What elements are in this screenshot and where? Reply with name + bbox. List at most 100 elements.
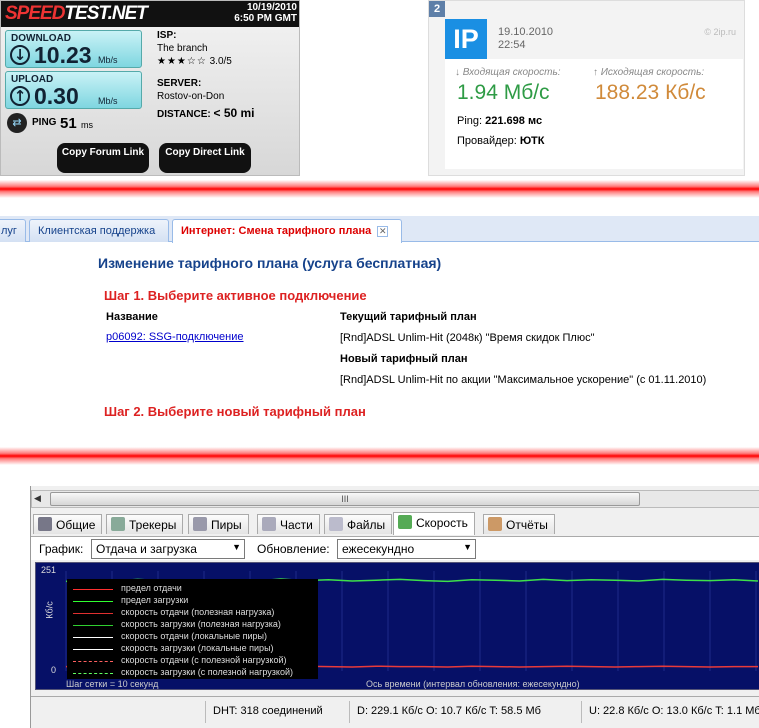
- legend-item: скорость загрузки (с полезной нагрузкой): [67, 667, 318, 679]
- rating-stars-icon: ★★★☆☆: [157, 56, 207, 67]
- speedtest-header: SPEEDTEST.NET 10/19/2010 6:50 PM GMT: [1, 1, 299, 27]
- new-plan-header: Новый тарифный план: [340, 353, 468, 365]
- tab-logger-label: Отчёты: [506, 518, 548, 532]
- tab-general[interactable]: Общие: [33, 514, 103, 534]
- tab-tariff-change[interactable]: Интернет: Смена тарифного плана ✕: [172, 219, 402, 243]
- download-box: DOWNLOAD ↓ 10.23 Mb/s: [5, 30, 142, 68]
- upload-box: UPLOAD ↑ 0.30 Mb/s: [5, 71, 142, 109]
- upload-arrow-icon: ↑: [10, 86, 30, 106]
- status-download[interactable]: D: 229.1 Кб/с O: 10.7 Кб/с T: 58.5 Мб: [357, 705, 541, 717]
- isp-value: The branch: [157, 43, 208, 54]
- status-upload[interactable]: U: 22.8 Кб/с O: 13.0 Кб/с T: 1.1 Мб: [589, 705, 759, 717]
- y-unit-label: Кб/с: [44, 601, 55, 619]
- distance-label: DISTANCE:: [157, 109, 211, 120]
- legend-item: скорость отдачи (с полезной нагрузкой): [67, 655, 318, 667]
- legend-item: скорость отдачи (полезная нагрузка): [67, 607, 318, 619]
- ping-icon: ⇄: [7, 113, 27, 133]
- legend-label: предел отдачи: [121, 583, 182, 593]
- legend-item: предел загрузки: [67, 595, 318, 607]
- name-column-header: Название: [106, 311, 158, 323]
- current-plan-value: [Rnd]ADSL Unlim-Hit (2048к) "Время скидо…: [340, 332, 595, 344]
- ping-label: PING: [32, 117, 57, 128]
- tab-logger[interactable]: Отчёты: [483, 514, 555, 534]
- tab-general-label: Общие: [56, 518, 96, 532]
- legend-swatch: [73, 637, 113, 638]
- twoip-logo: IP: [445, 19, 487, 59]
- tab-client-support[interactable]: Клиентская поддержка: [29, 219, 169, 242]
- tab-services[interactable]: луг: [0, 219, 26, 242]
- status-divider: [349, 701, 350, 723]
- legend-swatch: [73, 589, 113, 590]
- twoip-ping-value: 221.698 мс: [485, 115, 543, 127]
- legend-label: скорость отдачи (локальные пиры): [121, 631, 268, 641]
- rating-value: 3.0/5: [209, 56, 232, 67]
- legend-label: скорость отдачи (полезная нагрузка): [121, 607, 275, 617]
- ping-value: 51: [60, 115, 77, 132]
- torrent-client: ◀ III Общие Трекеры Пиры Части Файлы Ско…: [30, 486, 759, 728]
- legend-item: скорость отдачи (локальные пиры): [67, 631, 318, 643]
- incoming-speed-label: ↓ Входящая скорость:: [455, 67, 561, 78]
- tab-peers[interactable]: Пиры: [188, 514, 249, 534]
- speedtest-date: 10/19/2010: [246, 2, 297, 13]
- logger-icon: [488, 517, 502, 531]
- ping-unit: ms: [81, 120, 93, 130]
- tab-pieces-label: Части: [280, 518, 313, 532]
- chevron-down-icon: ▼: [463, 542, 472, 552]
- ping-row: ⇄ PING 51 ms: [5, 113, 145, 133]
- current-plan-header: Текущий тарифный план: [340, 311, 477, 323]
- twoip-date: 19.10.2010: [498, 26, 554, 38]
- incoming-speed-value: 1.94 Мб/с: [457, 81, 550, 104]
- update-select[interactable]: ежесекундно ▼: [337, 539, 476, 559]
- tab-pieces[interactable]: Части: [257, 514, 320, 534]
- twoip-site: © 2ip.ru: [704, 27, 736, 37]
- scroll-left-icon[interactable]: ◀: [34, 493, 41, 504]
- grid-step-label: Шаг сетки = 10 секунд: [66, 679, 159, 689]
- download-value: 10.23: [34, 42, 92, 68]
- page-title: Изменение тарифного плана (услуга беспла…: [98, 255, 442, 271]
- scroll-thumb[interactable]: III: [50, 492, 640, 506]
- isp-label: ISP:: [157, 30, 177, 41]
- speed-graph: 251 0 Кб/с предел отдачи предел загрузки с…: [35, 562, 759, 690]
- twoip-time: 22:54: [498, 39, 526, 51]
- tab-trackers[interactable]: Трекеры: [106, 514, 184, 534]
- status-divider: [581, 701, 582, 723]
- twoip-provider: Провайдер: ЮТК: [457, 135, 544, 147]
- graph-select[interactable]: Отдача и загрузка ▼: [91, 539, 245, 559]
- status-divider: [205, 701, 206, 723]
- legend-label: скорость загрузки (локальные пиры): [121, 643, 274, 653]
- status-dht: DHT: 318 соединений: [213, 705, 323, 717]
- server-value: Rostov-on-Don: [157, 91, 225, 102]
- outgoing-speed-value: 188.23 Кб/с: [595, 81, 706, 104]
- legend-label: предел загрузки: [121, 595, 189, 605]
- server-label: SERVER:: [157, 78, 202, 89]
- y-min-label: 0: [51, 665, 57, 675]
- twoip-provider-label: Провайдер:: [457, 135, 517, 147]
- red-divider: [0, 180, 759, 198]
- time-axis-label: Ось времени (интервал обновления: ежесек…: [366, 679, 580, 689]
- close-tab-icon[interactable]: ✕: [377, 226, 389, 237]
- tab-peers-label: Пиры: [211, 518, 242, 532]
- speedtest-panel: SPEEDTEST.NET 10/19/2010 6:50 PM GMT DOW…: [0, 0, 300, 176]
- horizontal-scrollbar[interactable]: ◀ III: [31, 490, 759, 508]
- red-divider: [0, 447, 759, 465]
- legend-item: предел отдачи: [67, 583, 318, 595]
- tab-speed[interactable]: Скорость: [393, 512, 475, 535]
- distance-value: < 50 mi: [213, 106, 255, 120]
- twoip-ping-label: Ping:: [457, 115, 483, 127]
- copy-direct-link-button[interactable]: Copy Direct Link: [159, 143, 251, 173]
- status-bar: DHT: 318 соединений D: 229.1 Кб/с O: 10.…: [31, 696, 759, 728]
- connection-link[interactable]: p06092: SSG-подключение: [106, 331, 244, 343]
- legend-swatch: [73, 601, 113, 602]
- tab-files[interactable]: Файлы: [324, 514, 393, 534]
- upload-value: 0.30: [34, 83, 79, 109]
- legend-swatch: [73, 673, 113, 674]
- download-arrow-icon: ↓: [10, 45, 30, 65]
- new-plan-value: [Rnd]ADSL Unlim-Hit по акции "Максимальн…: [340, 374, 707, 386]
- legend-label: скорость загрузки (полезная нагрузка): [121, 619, 281, 629]
- legend-swatch: [73, 613, 113, 614]
- twoip-panel: 2 IP 19.10.2010 22:54 © 2ip.ru ↓ Входяща…: [428, 0, 745, 176]
- isp-rating: ★★★☆☆ 3.0/5: [157, 55, 297, 68]
- copy-forum-link-button[interactable]: Copy Forum Link: [57, 143, 149, 173]
- outgoing-speed-label: ↑ Исходящая скорость:: [593, 67, 705, 78]
- graph-controls: График: Отдача и загрузка ▼ Обновление: е…: [31, 536, 759, 560]
